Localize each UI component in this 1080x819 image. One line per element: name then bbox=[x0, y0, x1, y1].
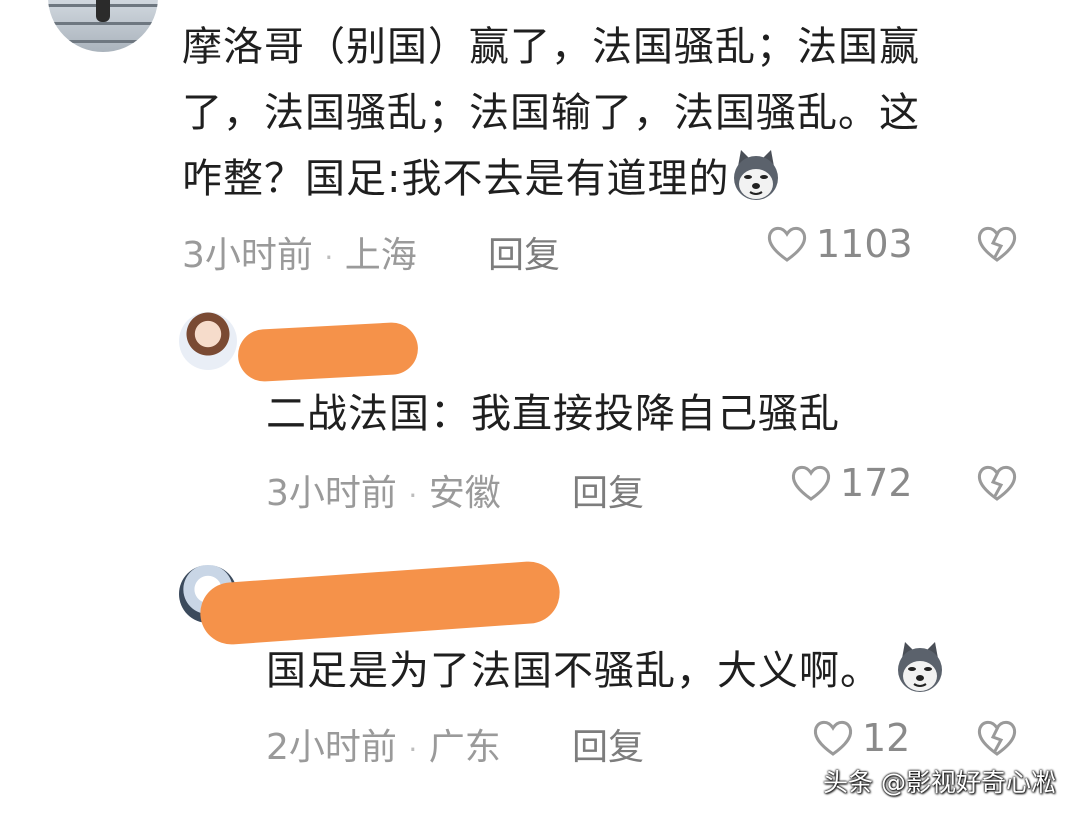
avatar-rail bbox=[48, 40, 158, 43]
comment-text: 摩洛哥（别国）赢了，法国骚乱；法国赢 了，法国骚乱；法国输了，法国骚乱。这 咋整… bbox=[182, 14, 1022, 212]
reply-meta: 3小时前 · 安徽 bbox=[266, 464, 501, 516]
like-count: 12 bbox=[862, 716, 911, 760]
reply-text: 二战法国：我直接投降自己骚乱 bbox=[266, 391, 840, 437]
avatar-figure bbox=[96, 0, 110, 22]
watermark: 头条 @影视好奇心凇 bbox=[823, 768, 1056, 797]
reply-button[interactable]: 回复 bbox=[488, 226, 560, 278]
redacted-username bbox=[198, 559, 562, 647]
reply-location: 安徽 bbox=[428, 473, 501, 514]
comment-line: 了，法国骚乱；法国输了，法国骚乱。这 bbox=[182, 90, 920, 136]
heart-icon bbox=[766, 224, 808, 264]
husky-emoji-icon bbox=[893, 640, 947, 694]
like-button[interactable]: 12 bbox=[812, 716, 910, 760]
husky-emoji-icon bbox=[729, 148, 783, 202]
reply-text-content: 国足是为了法国不骚乱，大义啊。 bbox=[266, 648, 881, 694]
separator-dot: · bbox=[408, 479, 418, 512]
comment-line-text: 咋整？国足:我不去是有道理的 bbox=[182, 156, 730, 202]
reply-button[interactable]: 回复 bbox=[572, 464, 644, 516]
avatar[interactable] bbox=[179, 312, 237, 370]
broken-heart-icon[interactable] bbox=[976, 224, 1018, 264]
like-button[interactable]: 172 bbox=[790, 461, 913, 505]
heart-icon bbox=[790, 463, 832, 503]
redacted-username bbox=[236, 321, 420, 383]
avatar-rail bbox=[48, 22, 158, 25]
reply-time: 2小时前 bbox=[266, 727, 397, 768]
reply-location: 广东 bbox=[428, 727, 501, 768]
comment-meta: 3小时前 · 上海 bbox=[182, 226, 417, 278]
heart-icon bbox=[812, 718, 854, 758]
comment-line: 摩洛哥（别国）赢了，法国骚乱；法国赢 bbox=[182, 24, 920, 70]
separator-dot: · bbox=[408, 733, 418, 766]
comment-location: 上海 bbox=[344, 235, 417, 276]
like-button[interactable]: 1103 bbox=[766, 222, 913, 266]
comment-line: 咋整？国足:我不去是有道理的 bbox=[182, 146, 1022, 212]
reply-button[interactable]: 回复 bbox=[572, 718, 644, 770]
comment-time: 3小时前 bbox=[182, 235, 313, 276]
like-count: 1103 bbox=[816, 222, 913, 266]
broken-heart-icon[interactable] bbox=[976, 718, 1018, 758]
broken-heart-icon[interactable] bbox=[976, 463, 1018, 503]
like-count: 172 bbox=[840, 461, 913, 505]
separator-dot: · bbox=[324, 241, 334, 274]
avatar[interactable] bbox=[48, 0, 158, 52]
reply-meta: 2小时前 · 广东 bbox=[266, 718, 501, 770]
reply-text: 国足是为了法国不骚乱，大义啊。 bbox=[266, 640, 947, 699]
reply-time: 3小时前 bbox=[266, 473, 397, 514]
